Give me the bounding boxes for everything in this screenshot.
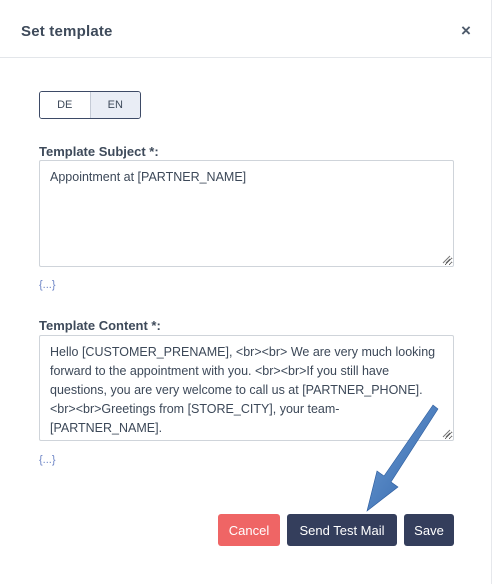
set-template-dialog: Set template × DE EN Template Subject *:… <box>0 0 492 584</box>
dialog-header: Set template × <box>0 0 492 58</box>
close-icon[interactable]: × <box>457 22 475 40</box>
subject-value: Appointment at [PARTNER_NAME] <box>50 170 247 184</box>
subject-label: Template Subject *: <box>39 144 159 159</box>
content-placeholders-link[interactable]: {...} <box>39 454 56 466</box>
cancel-button[interactable]: Cancel <box>218 514 280 546</box>
language-tab-de[interactable]: DE <box>40 92 90 118</box>
content-textarea[interactable]: Hello [CUSTOMER_PRENAME], <br><br> We ar… <box>39 335 454 441</box>
content-value: Hello [CUSTOMER_PRENAME], <br><br> We ar… <box>50 345 436 435</box>
content-label: Template Content *: <box>39 318 161 333</box>
resize-grip-icon[interactable] <box>442 429 451 438</box>
resize-grip-icon[interactable] <box>442 255 451 264</box>
language-tab-en[interactable]: EN <box>89 92 140 118</box>
send-test-mail-button[interactable]: Send Test Mail <box>287 514 397 546</box>
subject-placeholders-link[interactable]: {...} <box>39 279 56 291</box>
language-switch: DE EN <box>39 91 141 119</box>
dialog-title: Set template <box>21 23 113 40</box>
annotation-arrow-icon <box>366 404 439 512</box>
save-button[interactable]: Save <box>404 514 454 546</box>
subject-textarea[interactable]: Appointment at [PARTNER_NAME] <box>39 160 454 267</box>
